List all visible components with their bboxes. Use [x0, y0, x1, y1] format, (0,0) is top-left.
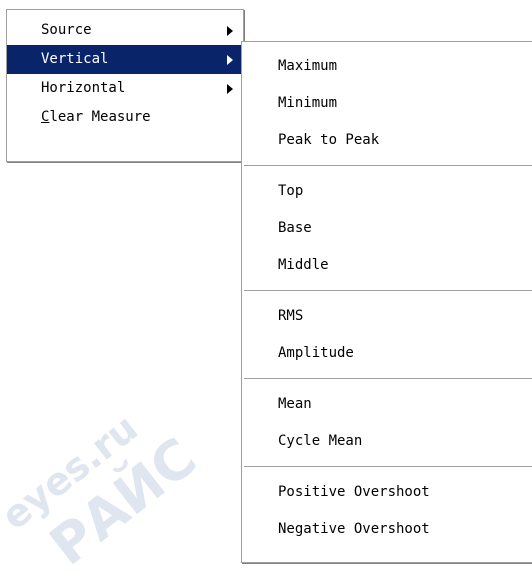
submenu-item-label: Amplitude — [278, 345, 354, 361]
submenu-arrow-icon — [227, 26, 233, 36]
submenu-item-label: Minimum — [278, 95, 338, 111]
submenu-item-mean[interactable]: Mean — [242, 386, 532, 423]
submenu-item-amplitude[interactable]: Amplitude — [242, 335, 532, 372]
menu-separator — [242, 372, 532, 386]
submenu-arrow-icon — [227, 84, 233, 94]
menu-item-clear-measure-label: lear Measure — [49, 109, 151, 125]
submenu-item-rms[interactable]: RMS — [242, 298, 532, 335]
context-menu: Source Vertical Horizontal Clear Measure — [6, 9, 244, 162]
submenu-item-top[interactable]: Top — [242, 173, 532, 210]
menu-item-vertical-label: Vertical — [41, 51, 109, 67]
submenu-item-label: Top — [278, 183, 304, 199]
menu-item-horizontal-label: Horizontal — [41, 80, 126, 96]
vertical-submenu: Maximum Minimum Peak to Peak Top Base Mi… — [241, 41, 532, 563]
submenu-item-label: Cycle Mean — [278, 433, 363, 449]
menu-item-horizontal[interactable]: Horizontal — [7, 74, 243, 103]
submenu-item-maximum[interactable]: Maximum — [242, 48, 532, 85]
submenu-item-middle[interactable]: Middle — [242, 247, 532, 284]
menu-item-clear-measure[interactable]: Clear Measure — [7, 103, 243, 132]
menu-item-source-label: Source — [41, 22, 92, 38]
submenu-item-label: Peak to Peak — [278, 132, 380, 148]
menu-separator — [242, 460, 532, 474]
menu-separator — [242, 159, 532, 173]
submenu-item-base[interactable]: Base — [242, 210, 532, 247]
submenu-arrow-icon — [227, 55, 233, 65]
watermark-text-3: eyes.ru — [0, 405, 146, 539]
submenu-item-label: RMS — [278, 308, 304, 324]
submenu-item-label: Middle — [278, 257, 329, 273]
submenu-item-label: Positive Overshoot — [278, 484, 430, 500]
submenu-item-label: Maximum — [278, 58, 338, 74]
submenu-item-positive-overshoot[interactable]: Positive Overshoot — [242, 474, 532, 511]
submenu-item-cycle-mean[interactable]: Cycle Mean — [242, 423, 532, 460]
submenu-item-negative-overshoot[interactable]: Negative Overshoot — [242, 511, 532, 548]
menu-item-vertical[interactable]: Vertical — [7, 45, 243, 74]
menu-separator — [242, 284, 532, 298]
submenu-item-label: Negative Overshoot — [278, 521, 430, 537]
submenu-item-label: Mean — [278, 396, 312, 412]
menu-item-source[interactable]: Source — [7, 16, 243, 45]
submenu-item-label: Base — [278, 220, 312, 236]
submenu-item-minimum[interactable]: Minimum — [242, 85, 532, 122]
submenu-item-peak-to-peak[interactable]: Peak to Peak — [242, 122, 532, 159]
